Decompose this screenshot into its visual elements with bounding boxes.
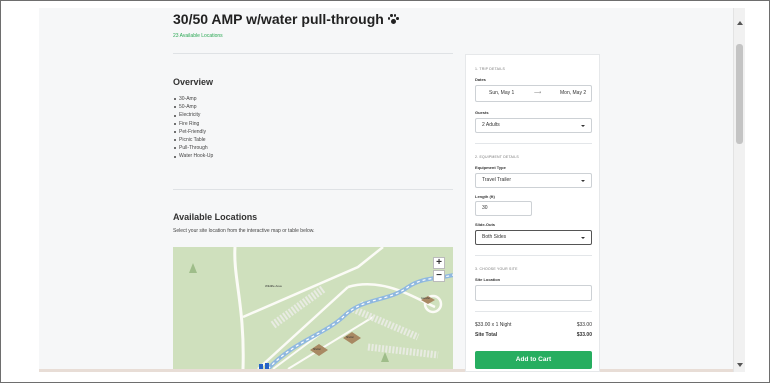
slideouts-select[interactable]: Both Sides (475, 230, 592, 245)
scroll-down-arrow-icon[interactable] (737, 363, 743, 367)
date-start[interactable]: Sun, May 1 (489, 86, 514, 101)
choose-site-section-label: 3. CHOOSE YOUR SITE (475, 267, 518, 271)
page-bottom-strip (39, 369, 733, 372)
dates-label: Dates (475, 77, 486, 82)
length-label: Length (ft) (475, 194, 495, 199)
available-locations-heading: Available Locations (173, 212, 258, 222)
divider (173, 53, 453, 54)
amenity-list: 30-Amp 50-Amp Electricity Fire Ring Pet-… (173, 95, 213, 161)
scroll-up-arrow-icon[interactable] (737, 21, 743, 25)
map-site-label: Gazebo (421, 297, 430, 300)
site-total-label: Site Total (475, 332, 498, 338)
trip-details-section-label: 1. TRIP DETAILS (475, 67, 506, 71)
date-range-picker[interactable]: Sun, May 1 ⟶ Mon, May 2 (475, 85, 592, 102)
scrollbar-thumb[interactable] (736, 44, 743, 144)
vertical-scrollbar[interactable] (733, 8, 745, 372)
divider (173, 189, 453, 190)
amenity-item: 30-Amp (173, 95, 213, 103)
chevron-down-icon (581, 237, 585, 239)
date-arrow-icon: ⟶ (534, 90, 542, 96)
section-divider (475, 143, 592, 144)
date-end[interactable]: Mon, May 2 (560, 86, 586, 101)
amenity-item: Fire Ring (173, 120, 213, 128)
paw-icon (387, 14, 399, 25)
site-total: Site Total $33.00 (475, 332, 592, 338)
add-to-cart-button[interactable]: Add to Cart (475, 351, 592, 369)
price-line: $33.00 x 1 Night $33.00 (475, 322, 592, 328)
chevron-down-icon (581, 125, 585, 127)
site-map[interactable]: Wildlife Area Gazebo Shelter Shelter (173, 247, 453, 369)
amenity-item: Pet-Friendly (173, 128, 213, 136)
map-site-label: Shelter (346, 336, 354, 339)
section-divider (475, 255, 592, 256)
booking-panel: 1. TRIP DETAILS Dates Sun, May 1 ⟶ Mon, … (465, 54, 600, 372)
page-title: 30/50 AMP w/water pull-through (173, 11, 399, 27)
site-location-field[interactable] (475, 285, 592, 301)
map-zoom-out-button[interactable]: − (433, 270, 445, 282)
length-input[interactable]: 30 (475, 201, 532, 216)
section-divider (475, 311, 592, 312)
site-total-value: $33.00 (576, 332, 592, 338)
amenity-item: Water Hook-Up (173, 152, 213, 160)
slideouts-value: Both Sides (482, 234, 507, 240)
guests-label: Guests (475, 110, 489, 115)
equipment-type-value: Travel Trailer (482, 177, 511, 183)
guests-value: 2 Adults (482, 122, 500, 128)
map-area-label: Wildlife Area (265, 284, 282, 288)
guests-select[interactable]: 2 Adults (475, 118, 592, 133)
price-line-label: $33.00 x 1 Night (475, 322, 512, 328)
browser-frame: 30/50 AMP w/water pull-through 23 Availa… (0, 0, 770, 383)
amenity-item: Pull-Through (173, 144, 213, 152)
available-locations-description: Select your site location from the inter… (173, 228, 315, 234)
price-line-value: $33.00 (576, 322, 592, 328)
amenity-item: Picnic Table (173, 136, 213, 144)
site-location-label: Site Location (475, 277, 501, 282)
map-site-label: Shelter (313, 348, 321, 351)
amenity-item: 50-Amp (173, 103, 213, 111)
equipment-type-label: Equipment Type (475, 165, 506, 170)
page-title-text: 30/50 AMP w/water pull-through (173, 11, 384, 27)
overview-heading: Overview (173, 77, 214, 87)
equipment-details-section-label: 2. EQUIPMENT DETAILS (475, 155, 519, 159)
equipment-type-select[interactable]: Travel Trailer (475, 173, 592, 188)
slideouts-label: Slide-Outs (475, 222, 496, 227)
chevron-down-icon (581, 180, 585, 182)
amenity-item: Electricity (173, 111, 213, 119)
map-zoom-in-button[interactable]: + (433, 257, 445, 269)
available-count: 23 Available Locations (173, 33, 223, 39)
